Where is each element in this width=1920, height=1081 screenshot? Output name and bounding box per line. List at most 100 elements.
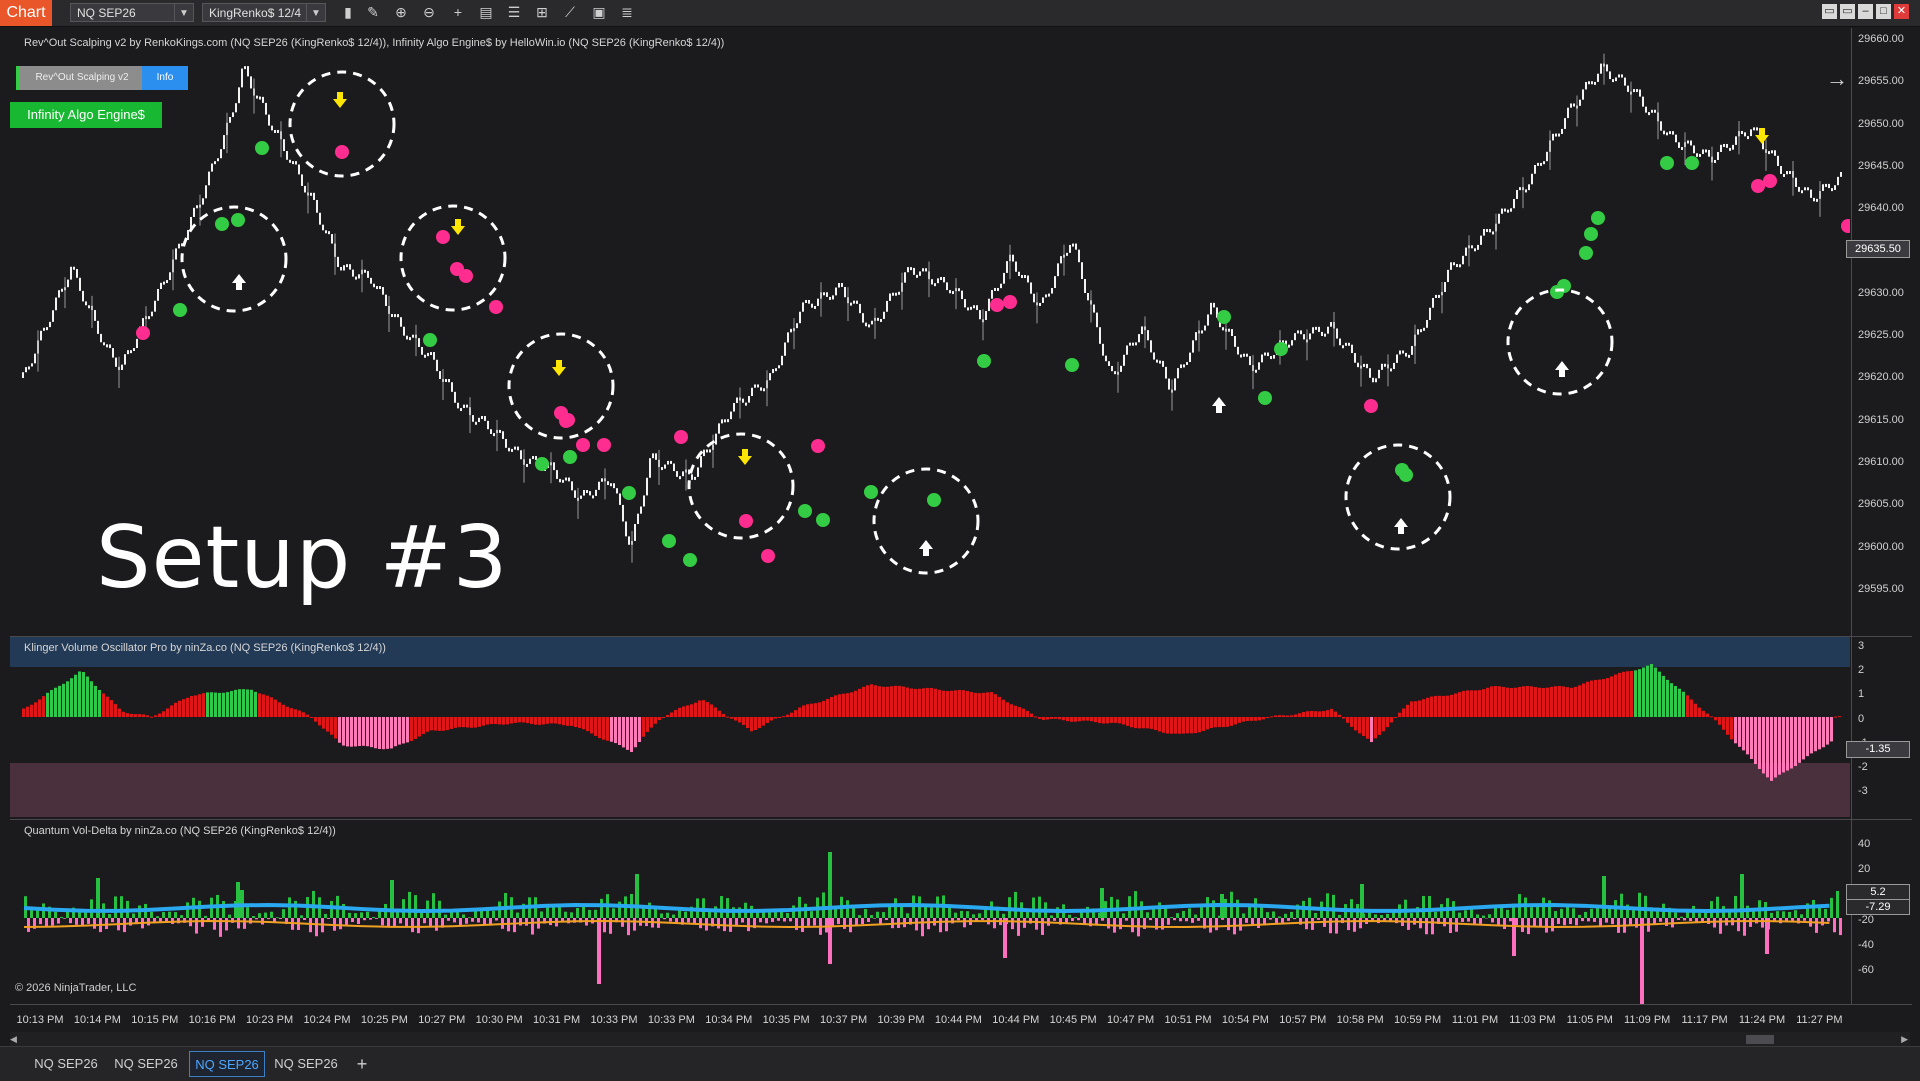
kvo-bar — [562, 717, 565, 725]
horizontal-scrollbar[interactable]: ◀ ▶ — [10, 1032, 1910, 1046]
rev-out-scalping-button[interactable]: Rev^Out Scalping v2 — [16, 66, 144, 90]
qvd-panel[interactable]: Quantum Vol-Delta by ninZa.co (NQ SEP26 … — [10, 820, 1850, 1000]
renko-brick — [985, 311, 987, 320]
delta-up-bar — [1578, 915, 1581, 918]
zoom-out-icon[interactable]: ⊖ — [420, 3, 438, 22]
kvo-bar — [1626, 671, 1629, 717]
delta-up-bar — [156, 916, 159, 918]
delta-up-bar — [876, 912, 879, 918]
kvo-bar — [1754, 717, 1757, 764]
renko-brick — [466, 405, 468, 408]
bars-icon[interactable]: ▮ — [339, 3, 357, 22]
object-list-icon[interactable]: ≣ — [618, 3, 636, 22]
kvo-histogram[interactable] — [10, 637, 1850, 817]
renko-brick — [1123, 355, 1125, 366]
strategies-icon[interactable]: ⊞ — [533, 3, 551, 22]
chart-tab-active[interactable]: NQ SEP26 — [189, 1051, 265, 1077]
delta-up-bar — [180, 915, 183, 918]
chart-tab[interactable]: NQ SEP26 — [268, 1051, 344, 1077]
zoom-in-icon[interactable]: ⊕ — [392, 3, 410, 22]
delta-down-bar — [1665, 918, 1668, 926]
delta-down-bar — [453, 918, 456, 922]
chart-menu-button[interactable]: Chart — [0, 0, 52, 26]
delta-down-bar — [405, 918, 408, 927]
delta-up-bar — [1422, 896, 1425, 918]
renko-brick — [589, 491, 591, 495]
infinity-algo-engine-button[interactable]: Infinity Algo Engine$ — [10, 102, 162, 128]
chevron-down-icon[interactable]: ▼ — [174, 4, 193, 21]
renko-brick — [775, 368, 777, 371]
info-button[interactable]: Info — [142, 66, 188, 90]
kvo-bar — [930, 688, 933, 717]
pencil-icon[interactable]: ✎ — [364, 3, 382, 22]
close-icon[interactable]: ✕ — [1894, 4, 1909, 19]
renko-brick — [1324, 334, 1326, 337]
renko-brick — [352, 270, 354, 277]
instrument-selector[interactable]: NQ SEP26 ▼ — [70, 3, 194, 22]
arrow-right-icon[interactable]: → — [1826, 66, 1848, 92]
kvo-bar — [1338, 715, 1341, 717]
scroll-right-icon[interactable]: ▶ — [1901, 1034, 1908, 1045]
kvo-bar — [66, 681, 69, 717]
delta-up-bar — [264, 913, 267, 918]
kvo-bar — [746, 717, 749, 728]
drawing-tools-icon[interactable]: ⟋ — [561, 3, 579, 22]
kvo-bar — [1082, 717, 1085, 721]
kvo-bar — [1518, 687, 1521, 717]
delta-up-bar — [654, 909, 657, 918]
renko-brick — [1651, 110, 1653, 113]
kvo-bar — [902, 687, 905, 717]
data-box-icon[interactable]: ▣ — [590, 3, 608, 22]
renko-brick — [1471, 245, 1473, 248]
templates-icon[interactable]: ☰ — [505, 3, 523, 22]
minimize-icon[interactable]: – — [1858, 4, 1873, 19]
kvo-axis[interactable]: 3210-1-2-3 — [1852, 637, 1920, 817]
chart-tab[interactable]: NQ SEP26 — [28, 1051, 104, 1077]
kvo-bar — [1650, 664, 1653, 717]
kvo-bar — [1614, 675, 1617, 717]
renko-brick — [25, 367, 27, 372]
chevron-down-icon[interactable]: ▼ — [306, 4, 325, 21]
delta-up-bar — [1146, 912, 1149, 918]
renko-brick — [1384, 364, 1386, 367]
kvo-bar — [54, 688, 57, 717]
delta-down-bar — [1077, 918, 1080, 920]
kvo-panel[interactable]: Klinger Volume Oscillator Pro by ninZa.c… — [10, 637, 1850, 817]
delta-spike-down — [1640, 918, 1644, 1004]
tile-icon[interactable]: ▭ — [1822, 4, 1837, 19]
delta-down-bar — [63, 918, 66, 919]
delta-down-bar — [1455, 918, 1458, 932]
delta-down-bar — [1833, 918, 1836, 932]
delta-up-bar — [1038, 897, 1041, 918]
scroll-thumb[interactable] — [1746, 1035, 1774, 1044]
bar-type-selector[interactable]: KingRenko$ 12/4 ▼ — [202, 3, 326, 22]
kvo-bar — [1662, 676, 1665, 717]
delta-down-bar — [429, 918, 432, 927]
renko-brick — [1774, 150, 1776, 156]
renko-brick — [1180, 364, 1182, 368]
renko-brick — [1801, 190, 1803, 193]
add-tab-button[interactable]: + — [352, 1051, 372, 1077]
properties-icon[interactable]: ▤ — [477, 3, 495, 22]
renko-brick — [1783, 174, 1785, 177]
vol-delta-chart[interactable] — [10, 820, 1850, 1004]
delta-down-bar — [1509, 918, 1512, 921]
kvo-bar — [1786, 717, 1789, 771]
renko-brick — [1552, 134, 1554, 141]
highlight-circle — [1508, 290, 1612, 394]
renko-brick — [1768, 151, 1770, 154]
scroll-left-icon[interactable]: ◀ — [10, 1034, 17, 1045]
restore-icon[interactable]: ▭ — [1840, 4, 1855, 19]
maximize-icon[interactable]: □ — [1876, 4, 1891, 19]
delta-up-bar — [666, 913, 669, 918]
time-tick-label: 10:33 PM — [648, 1014, 695, 1026]
crosshair-icon[interactable]: + — [449, 3, 467, 22]
kvo-bar — [1414, 701, 1417, 717]
renko-brick — [259, 97, 261, 100]
price-axis[interactable]: 29660.0029655.0029650.0029645.0029640.00… — [1852, 28, 1920, 634]
delta-down-bar — [477, 918, 480, 922]
kvo-bar — [462, 717, 465, 727]
delta-spike-up — [635, 874, 639, 918]
chart-tab[interactable]: NQ SEP26 — [108, 1051, 184, 1077]
renko-brick — [1351, 345, 1353, 353]
